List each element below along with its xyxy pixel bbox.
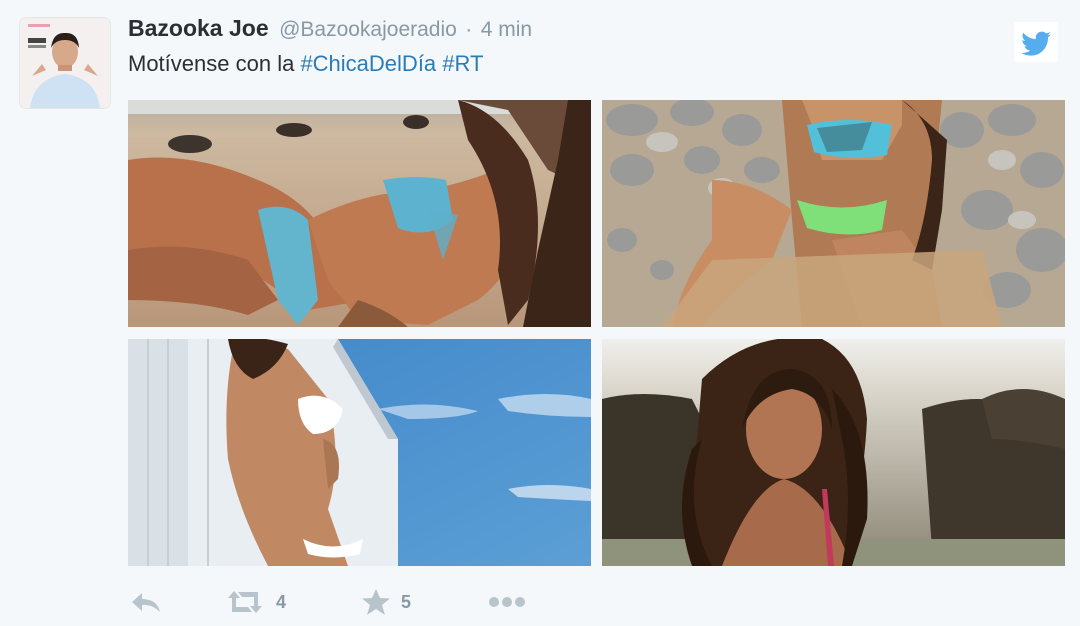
star-icon <box>361 588 391 616</box>
separator-dot: · <box>465 18 473 41</box>
author-handle[interactable]: @Bazookajoeradio <box>279 18 457 41</box>
retweet-button[interactable]: 4 <box>224 585 286 619</box>
favorite-button[interactable]: 5 <box>361 585 411 619</box>
more-icon <box>488 595 526 609</box>
hashtag-link[interactable]: #ChicaDelDía <box>300 51 436 76</box>
photo-3[interactable] <box>128 339 591 566</box>
tweet-header: Bazooka Joe @Bazookajoeradio · 4 min <box>128 15 532 42</box>
favorite-count[interactable]: 5 <box>401 592 411 613</box>
timestamp[interactable]: 4 min <box>481 18 532 41</box>
author-name[interactable]: Bazooka Joe <box>128 15 269 41</box>
photo-4[interactable] <box>602 339 1065 566</box>
photo-2[interactable] <box>602 100 1065 327</box>
hashtag-link[interactable]: #RT <box>442 51 483 76</box>
media-grid <box>128 100 1065 566</box>
retweet-icon <box>224 588 266 616</box>
avatar[interactable] <box>20 18 110 108</box>
reply-icon <box>130 588 162 616</box>
reply-button[interactable] <box>130 585 162 619</box>
tweet-card: Bazooka Joe @Bazookajoeradio · 4 min Mot… <box>0 0 1080 626</box>
tweet-text: Motívense con la #ChicaDelDía #RT <box>128 51 483 77</box>
twitter-bird-icon[interactable] <box>1014 22 1058 62</box>
tweet-actions: 4 5 <box>128 585 548 619</box>
tweet-text-prefix: Motívense con la <box>128 51 301 76</box>
retweet-count[interactable]: 4 <box>276 592 286 613</box>
photo-1[interactable] <box>128 100 591 327</box>
more-button[interactable] <box>488 585 526 619</box>
